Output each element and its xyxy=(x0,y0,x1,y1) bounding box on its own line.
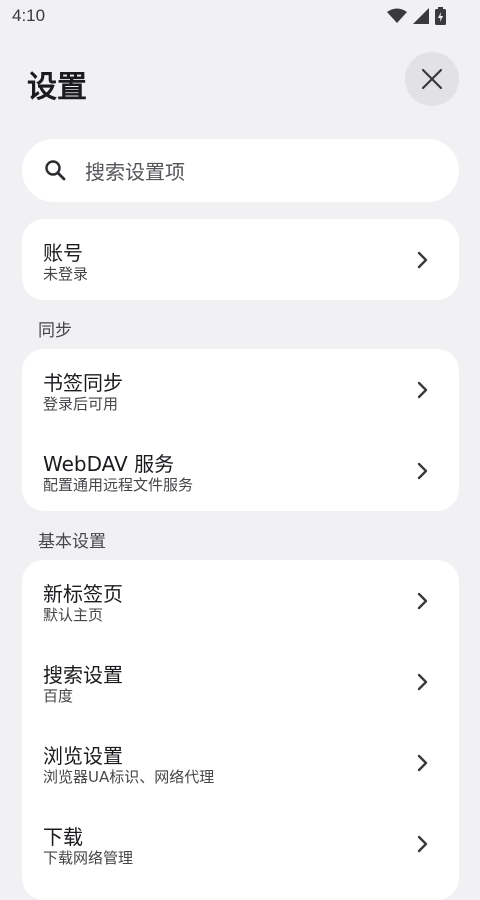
chevron-right-icon xyxy=(417,592,428,610)
search-icon xyxy=(45,160,66,181)
row-title: 浏览设置 xyxy=(43,744,123,768)
status-icons xyxy=(387,7,446,25)
close-button[interactable] xyxy=(405,52,459,106)
chevron-right-icon xyxy=(417,381,428,399)
search-bar[interactable] xyxy=(22,139,459,204)
settings-row-download[interactable]: 下载 下载网络管理 xyxy=(22,803,459,884)
row-subtitle: 浏览器UA标识、网络代理 xyxy=(43,768,215,786)
row-subtitle: 未登录 xyxy=(43,265,89,283)
search-input[interactable] xyxy=(83,139,437,204)
settings-row-browsing[interactable]: 浏览设置 浏览器UA标识、网络代理 xyxy=(22,722,459,803)
row-title: 下载 xyxy=(43,825,83,849)
row-subtitle: 下载网络管理 xyxy=(43,849,134,867)
account-card: 账号 未登录 xyxy=(22,219,459,300)
row-subtitle: 配置通用远程文件服务 xyxy=(43,476,194,494)
row-title: WebDAV 服务 xyxy=(43,452,175,476)
basic-settings-card: 新标签页 默认主页 搜索设置 百度 浏览设置 浏览器UA标识、网络代理 下载 下… xyxy=(22,560,459,900)
chevron-right-icon xyxy=(417,835,428,853)
row-title: 书签同步 xyxy=(43,371,123,395)
row-subtitle: 登录后可用 xyxy=(43,395,119,413)
header: 设置 xyxy=(0,52,480,112)
status-bar: 4:10 xyxy=(0,0,480,32)
settings-row-account[interactable]: 账号 未登录 xyxy=(22,219,459,300)
row-subtitle: 百度 xyxy=(43,687,74,705)
section-label-sync: 同步 xyxy=(38,321,72,341)
settings-row-webdav[interactable]: WebDAV 服务 配置通用远程文件服务 xyxy=(22,430,459,511)
settings-row-new-tab[interactable]: 新标签页 默认主页 xyxy=(22,560,459,641)
chevron-right-icon xyxy=(417,754,428,772)
settings-row-bookmark-sync[interactable]: 书签同步 登录后可用 xyxy=(22,349,459,430)
section-label-basic: 基本设置 xyxy=(38,532,106,552)
chevron-right-icon xyxy=(417,673,428,691)
settings-row-search-settings[interactable]: 搜索设置 百度 xyxy=(22,641,459,722)
row-subtitle: 默认主页 xyxy=(43,606,104,624)
sync-card: 书签同步 登录后可用 WebDAV 服务 配置通用远程文件服务 xyxy=(22,349,459,511)
wifi-icon xyxy=(387,8,407,23)
battery-charging-icon xyxy=(435,7,446,25)
row-title: 搜索设置 xyxy=(43,663,123,687)
signal-icon xyxy=(413,8,429,24)
status-time: 4:10 xyxy=(12,6,46,25)
page-title: 设置 xyxy=(27,70,87,105)
chevron-right-icon xyxy=(417,462,428,480)
row-title: 账号 xyxy=(43,241,83,265)
chevron-right-icon xyxy=(417,251,428,269)
row-title: 新标签页 xyxy=(43,582,123,606)
close-icon xyxy=(421,68,443,90)
